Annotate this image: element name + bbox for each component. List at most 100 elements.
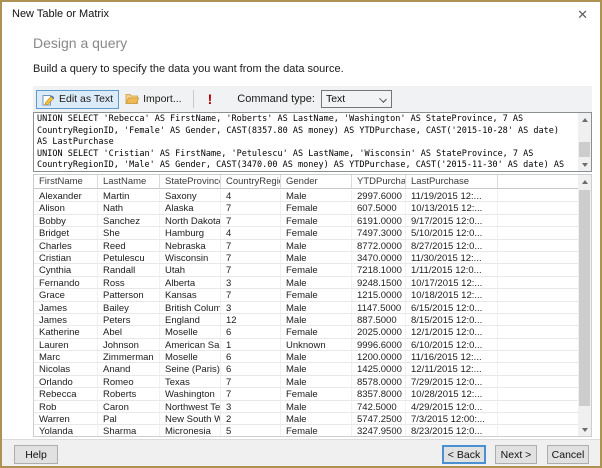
table-cell: Washington <box>160 388 221 400</box>
command-type-select[interactable]: Text <box>320 90 392 108</box>
table-cell: Fernando <box>34 276 98 289</box>
table-cell: Bailey <box>98 301 160 313</box>
pencil-document-icon <box>42 94 55 105</box>
table-cell: Alaska <box>160 202 221 214</box>
table-row[interactable]: Alison Nath Alaska 7 Female 607.5000 10/13/201… <box>34 202 578 215</box>
table-cell: Female <box>281 264 352 276</box>
table-cell: Alison <box>34 202 98 214</box>
scroll-up-icon[interactable] <box>578 113 591 126</box>
table-cell: Male <box>281 400 352 413</box>
results-grid-header: FirstName LastName StateProvince CountryReg… <box>34 175 591 189</box>
table-row[interactable]: Yolanda Sharma Micronesia 5 Female 3247.9500 8… <box>34 425 578 436</box>
table-cell: Cynthia <box>34 264 98 276</box>
table-cell: 8/27/2015 12:0... <box>406 239 498 251</box>
results-scrollbar-thumb[interactable] <box>579 190 590 406</box>
table-cell: Rebecca <box>34 388 98 400</box>
table-cell: 7 <box>221 388 281 400</box>
scroll-down-icon[interactable] <box>578 158 591 171</box>
table-cell: 1215.0000 <box>352 289 406 301</box>
query-text-editor[interactable]: UNION SELECT 'Rebecca' AS FirstName, 'Ro… <box>33 112 592 172</box>
table-cell: Ross <box>98 276 160 289</box>
table-cell: 5747.2500 <box>352 413 406 425</box>
table-cell: New South Wales <box>160 413 221 425</box>
table-row[interactable]: Katherine Abel Moselle 6 Female 2025.0000 12/1… <box>34 326 578 339</box>
table-cell: Unknown <box>281 338 352 351</box>
table-cell: Female <box>281 202 352 214</box>
table-cell: Petulescu <box>98 251 160 264</box>
query-scrollbar-thumb[interactable] <box>579 142 590 157</box>
scroll-down-icon[interactable] <box>578 423 591 436</box>
table-row[interactable]: Bobby Sanchez North Dakota 7 Female 6191.0000… <box>34 214 578 228</box>
table-cell: Moselle <box>160 351 221 363</box>
table-cell: Abel <box>98 326 160 338</box>
table-cell: 1425.0000 <box>352 363 406 375</box>
table-cell: Kansas <box>160 289 221 301</box>
table-cell: Rob <box>34 400 98 413</box>
table-cell: 1200.0000 <box>352 351 406 363</box>
table-cell: Alberta <box>160 276 221 289</box>
table-cell: 742.5000 <box>352 400 406 413</box>
table-cell: Northwest Terri... <box>160 400 221 413</box>
cancel-button[interactable]: Cancel <box>547 445 589 464</box>
command-type-value: Text <box>325 93 346 105</box>
table-row[interactable]: Fernando Ross Alberta 3 Male 9248.1500 10/17/2… <box>34 276 578 290</box>
query-sql-text[interactable]: UNION SELECT 'Rebecca' AS FirstName, 'Ro… <box>37 114 576 170</box>
table-cell: Sanchez <box>98 214 160 227</box>
table-row[interactable]: Charles Reed Nebraska 7 Male 8772.0000 8/27/20… <box>34 239 578 252</box>
table-row[interactable]: Alexander Martin Saxony 4 Male 2997.6000 11/19… <box>34 190 578 203</box>
table-row[interactable]: Cristian Petulescu Wisconsin 7 Male 3470.0000… <box>34 251 578 265</box>
query-scrollbar[interactable] <box>578 113 591 171</box>
table-cell: 7 <box>221 264 281 276</box>
table-cell: Female <box>281 214 352 227</box>
table-cell: 607.5000 <box>352 202 406 214</box>
table-cell: Warren <box>34 413 98 425</box>
results-grid: FirstName LastName StateProvince CountryReg… <box>33 174 592 437</box>
table-row[interactable]: Grace Patterson Kansas 7 Female 1215.0000 10/1… <box>34 289 578 302</box>
table-cell: 7218.1000 <box>352 264 406 276</box>
table-row[interactable]: JamesBaileyBritish Columbia3Male1147.500… <box>34 301 578 314</box>
table-cell: 6/10/2015 12:0... <box>406 338 498 351</box>
table-cell: 1/11/2015 12:0... <box>406 264 498 276</box>
table-cell: 10/18/2015 12:... <box>406 289 498 301</box>
results-scrollbar[interactable] <box>578 175 591 436</box>
column-header-lastpurchase: LastPurchase <box>406 175 498 188</box>
table-cell: Saxony <box>160 190 221 202</box>
table-cell: 1147.5000 <box>352 301 406 313</box>
close-icon[interactable]: ✕ <box>577 8 588 22</box>
scroll-up-icon[interactable] <box>578 175 591 188</box>
table-row[interactable]: LaurenJohnsonAmerican Samoa1Unknown9996.… <box>34 338 578 352</box>
table-row[interactable]: Bridget She Hamburg 4 Female 7497.3000 5/10/20… <box>34 227 578 240</box>
table-row[interactable]: Marc Zimmerman Moselle 6 Male 1200.0000 11/16/… <box>34 351 578 364</box>
command-type-label: Command type: <box>237 93 315 105</box>
table-row[interactable]: RobCaronNorthwest Terri...3Male742.50004… <box>34 400 578 414</box>
table-cell: 7/3/2015 12:00:... <box>406 413 498 425</box>
help-button[interactable]: Help <box>14 445 58 464</box>
page-description: Build a query to specify the data you wa… <box>33 63 344 75</box>
table-cell: James <box>34 301 98 313</box>
back-button[interactable]: < Back <box>442 445 486 464</box>
table-cell: Male <box>281 363 352 375</box>
table-cell: Male <box>281 313 352 326</box>
table-row[interactable]: James Peters England 12 Male 887.5000 8/15/201… <box>34 313 578 327</box>
run-query-exclamation-icon[interactable]: ! <box>208 90 213 108</box>
table-cell: Female <box>281 326 352 338</box>
table-cell: Male <box>281 413 352 425</box>
table-cell: Nicolas <box>34 363 98 375</box>
query-toolbar: Edit as Text Import... ! Command type: T… <box>33 86 592 112</box>
import-button[interactable]: Import... <box>119 90 188 109</box>
edit-as-text-button[interactable]: Edit as Text <box>36 89 120 109</box>
table-row[interactable]: WarrenPalNew South Wales2Male5747.25007/… <box>34 413 578 426</box>
table-cell: 6 <box>221 363 281 375</box>
table-cell: 2997.6000 <box>352 190 406 202</box>
table-row[interactable]: Rebecca Roberts Washington 7 Female 8357.8000… <box>34 388 578 401</box>
dialog-new-table-or-matrix: New Table or Matrix ✕ Design a query Bui… <box>0 0 602 468</box>
table-cell: Bridget <box>34 227 98 239</box>
column-header-stateprovince: StateProvince <box>160 175 221 188</box>
table-cell: Seine (Paris) <box>160 363 221 375</box>
table-row[interactable]: Orlando Romeo Texas 7 Male 8578.0000 7/29/2015… <box>34 375 578 389</box>
table-cell: 2025.0000 <box>352 326 406 338</box>
table-row[interactable]: Cynthia Randall Utah 7 Female 7218.1000 1/11/2… <box>34 264 578 277</box>
table-row[interactable]: Nicolas Anand Seine (Paris) 6 Male 1425.0000 1… <box>34 363 578 376</box>
table-cell: 7 <box>221 251 281 264</box>
next-button[interactable]: Next > <box>495 445 537 464</box>
